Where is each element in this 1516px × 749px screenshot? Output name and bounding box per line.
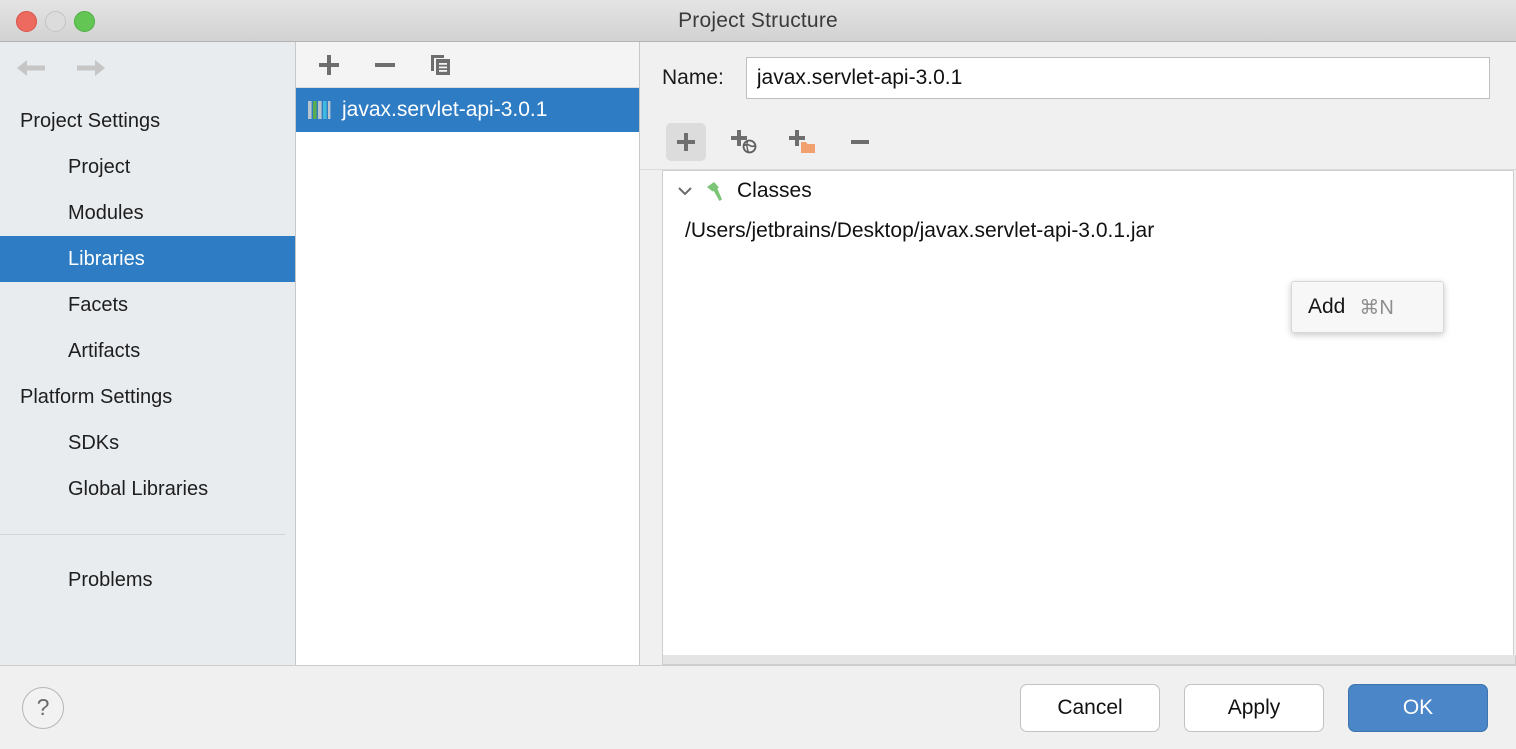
sidebar-item-modules[interactable]: Modules	[0, 190, 295, 236]
menu-item-add[interactable]: Add	[1308, 295, 1345, 319]
sidebar-item-global-libraries[interactable]: Global Libraries	[0, 466, 295, 512]
roots-scroll-strip[interactable]	[662, 655, 1516, 665]
sidebar-group-platform-settings: Platform Settings	[20, 386, 173, 408]
close-window-icon[interactable]	[16, 10, 37, 32]
settings-sidebar: Project Settings Project Modules Librari…	[0, 42, 296, 665]
help-button[interactable]: ?	[22, 686, 64, 729]
window-title: Project Structure	[678, 8, 838, 32]
sidebar-item-sdks[interactable]: SDKs	[0, 420, 295, 466]
library-rows: javax.servlet-api-3.0.1	[296, 88, 639, 665]
sidebar-group-project-settings: Project Settings	[20, 110, 161, 132]
sidebar-item-artifacts[interactable]: Artifacts	[0, 328, 295, 374]
library-icon	[306, 99, 332, 121]
remove-library-button[interactable]	[368, 50, 402, 80]
sidebar-item-problems[interactable]: Problems	[0, 557, 295, 603]
tree-node-classes-label: Classes	[737, 179, 812, 202]
ok-button[interactable]: OK	[1348, 683, 1488, 732]
add-library-button[interactable]	[312, 50, 346, 80]
tree-node-jar-path[interactable]: /Users/jetbrains/Desktop/javax.servlet-a…	[663, 211, 1513, 251]
sidebar-item-facets[interactable]: Facets	[0, 282, 295, 328]
settings-tree: Project Settings Project Modules Librari…	[0, 94, 295, 665]
sidebar-item-project[interactable]: Project	[0, 144, 295, 190]
minimize-window-icon[interactable]	[45, 10, 66, 32]
library-list-pane: javax.servlet-api-3.0.1	[296, 42, 640, 665]
tree-node-classes[interactable]: Classes	[663, 171, 1513, 211]
sidebar-item-libraries[interactable]: Libraries	[0, 236, 295, 282]
maximize-window-icon[interactable]	[74, 10, 95, 32]
add-context-menu: Add ⌘N	[1291, 281, 1444, 333]
dialog-body: Project Settings Project Modules Librari…	[0, 42, 1516, 665]
library-detail-pane: Name: javax.servlet-api-3.0.1 Classes /U…	[640, 42, 1516, 665]
cancel-button[interactable]: Cancel	[1020, 683, 1160, 732]
library-name-row: Name:	[640, 42, 1516, 114]
remove-root-button[interactable]	[840, 123, 880, 161]
back-arrow-icon[interactable]	[14, 56, 48, 80]
library-list-toolbar	[296, 42, 639, 88]
add-root-button[interactable]	[666, 122, 706, 161]
library-roots-tree: Classes /Users/jetbrains/Desktop/javax.s…	[662, 170, 1514, 655]
dialog-footer: ? Cancel Apply OK	[0, 665, 1516, 749]
copy-library-button[interactable]	[424, 50, 458, 80]
menu-item-add-shortcut: ⌘N	[1359, 296, 1394, 319]
apply-button[interactable]: Apply	[1184, 683, 1324, 732]
library-roots-toolbar	[640, 114, 1516, 170]
chevron-down-icon[interactable]	[675, 181, 695, 201]
add-web-root-button[interactable]	[724, 123, 764, 161]
library-name-label: Name:	[662, 66, 724, 89]
library-row-javax-servlet-api[interactable]: javax.servlet-api-3.0.1	[296, 88, 639, 132]
hammer-icon	[703, 179, 729, 203]
add-jar-directory-button[interactable]	[782, 123, 822, 161]
project-structure-dialog: Project Structure Project Settings Proje…	[0, 0, 1516, 749]
sidebar-divider	[0, 534, 285, 535]
title-bar: Project Structure	[0, 0, 1516, 42]
forward-arrow-icon[interactable]	[74, 56, 108, 80]
library-name-input[interactable]	[745, 57, 1490, 99]
sidebar-navigation	[0, 42, 295, 94]
library-row-label: javax.servlet-api-3.0.1	[342, 98, 548, 121]
traffic-lights	[16, 0, 95, 42]
